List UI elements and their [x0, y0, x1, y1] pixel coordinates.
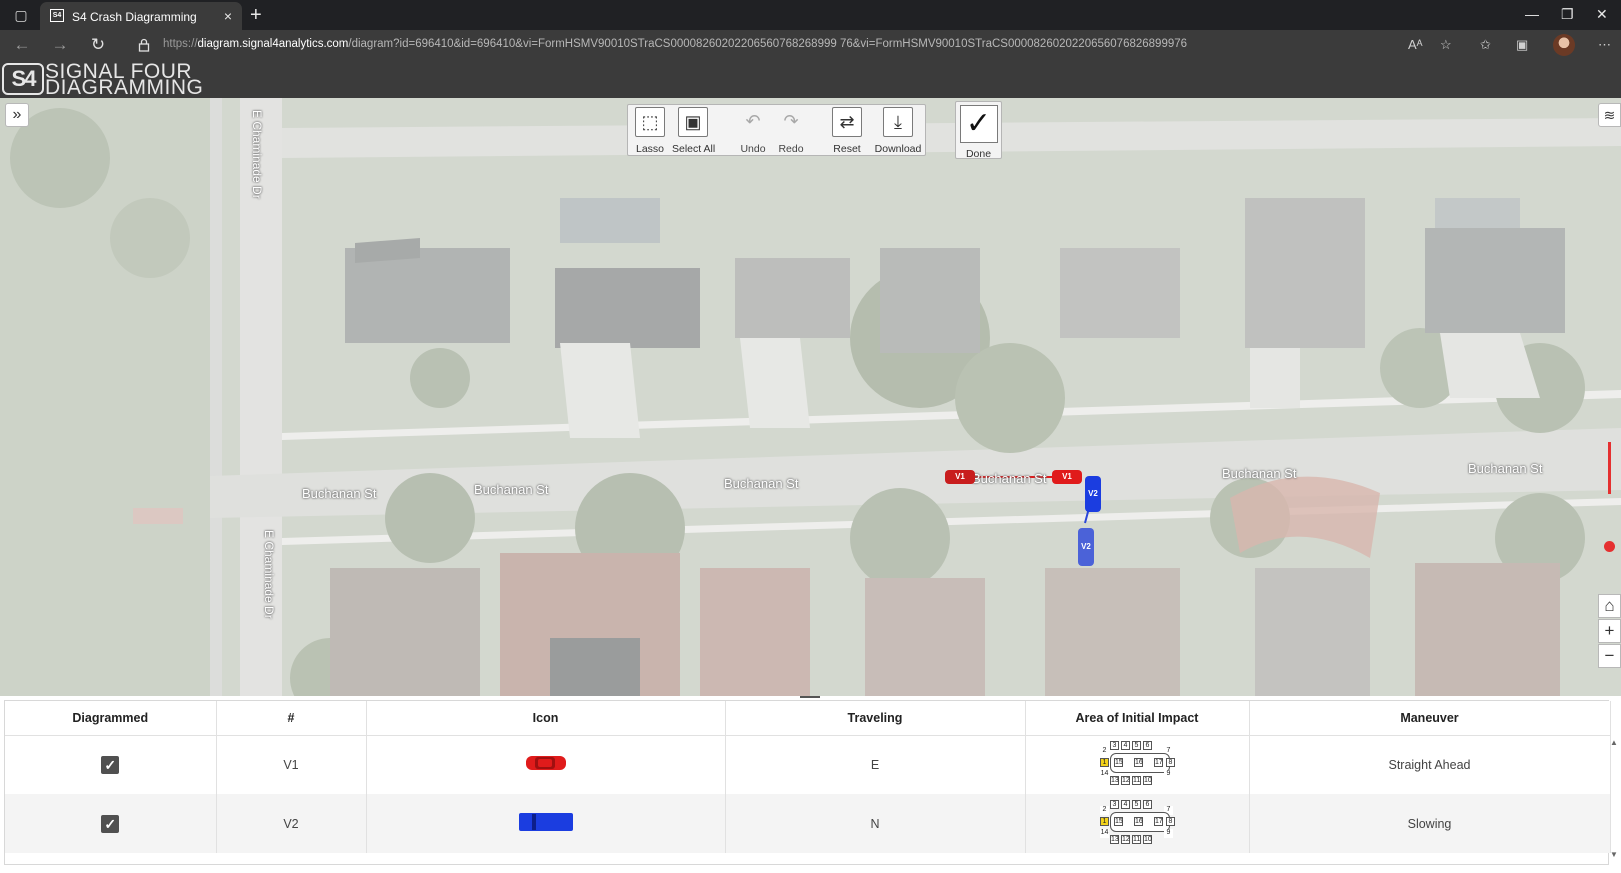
column-header-maneuver[interactable]: Maneuver [1249, 701, 1611, 736]
table-row[interactable]: ✓ V1 E 3 4 5 6 2 7 1 15 16 17 8 14 9 13 … [5, 735, 1611, 794]
map-canvas[interactable]: » ≋ ⬚ Lasso ▣ Select All ↶ Undo ↷ Redo ⇄… [0, 98, 1621, 696]
zoom-in-icon[interactable]: + [1598, 619, 1621, 643]
street-label-vertical: E Chaminade Dr [250, 110, 264, 199]
close-window-icon[interactable]: ✕ [1596, 6, 1608, 23]
zoom-out-icon[interactable]: − [1598, 644, 1621, 668]
add-favorite-icon[interactable]: ☆ [1440, 37, 1452, 53]
read-aloud-icon[interactable]: Aᴬ [1408, 37, 1423, 52]
lasso-icon: ⬚ [635, 107, 665, 137]
impact-diagram[interactable]: 3 4 5 6 2 7 1 15 16 17 8 14 9 13 12 11 1… [1098, 739, 1176, 787]
checkmark-icon: ✓ [959, 105, 998, 143]
collections-icon[interactable]: ▣ [1516, 37, 1528, 53]
column-header-number[interactable]: # [216, 701, 367, 736]
traveling-direction: N [725, 794, 1026, 853]
browser-tab-bar: ▢ S4 S4 Crash Diagramming × + — ❐ ✕ [0, 0, 1621, 30]
zoom-slider-track[interactable] [1608, 442, 1611, 494]
url-field[interactable]: https://diagram.signal4analytics.com/dia… [163, 38, 1393, 50]
reset-button[interactable]: ⇄ Reset [826, 107, 868, 155]
minimize-icon[interactable]: — [1525, 6, 1539, 22]
restore-icon[interactable]: ❐ [1561, 6, 1574, 23]
maneuver: Straight Ahead [1249, 735, 1611, 794]
impact-diagram[interactable]: 3 4 5 6 2 7 1 15 16 17 8 14 9 13 12 11 1… [1098, 798, 1176, 846]
lasso-button[interactable]: ⬚ Lasso [629, 107, 671, 155]
s4-logo: S4 [2, 63, 44, 95]
vehicle-id: V1 [216, 735, 367, 794]
browser-tab[interactable]: S4 S4 Crash Diagramming × [40, 2, 242, 30]
street-label: Buchanan St [724, 476, 799, 491]
street-label: Buchanan St [1468, 461, 1543, 476]
car-icon [525, 756, 566, 771]
undo-button[interactable]: ↶ Undo [732, 107, 774, 155]
zoom-slider-handle[interactable] [1604, 541, 1615, 552]
column-header-impact[interactable]: Area of Initial Impact [1025, 701, 1250, 736]
favicon-icon: S4 [50, 9, 64, 22]
street-label: Buchanan St [1222, 466, 1297, 481]
new-tab-button[interactable]: + [250, 4, 262, 26]
back-icon[interactable]: ← [12, 35, 32, 55]
street-label: Buchanan St [302, 486, 377, 501]
diagram-toolbar: ⬚ Lasso ▣ Select All ↶ Undo ↷ Redo ⇄ Res… [627, 104, 926, 156]
layers-icon[interactable]: ≋ [1598, 103, 1621, 127]
close-tab-icon[interactable]: × [224, 8, 232, 24]
vehicle-id: V2 [216, 794, 367, 853]
aerial-imagery [0, 98, 1621, 696]
vehicle-v1-impact[interactable]: V1 [1052, 470, 1082, 484]
column-header-traveling[interactable]: Traveling [725, 701, 1026, 736]
vehicle-v2-impact[interactable]: V2 [1085, 476, 1101, 512]
table-row[interactable]: ✓ V2 N 3 4 5 6 2 7 1 15 16 17 8 14 9 13 … [5, 794, 1611, 853]
download-icon: ⤓ [883, 107, 913, 137]
traveling-direction: E [725, 735, 1026, 794]
done-button[interactable]: ✓ Done [955, 101, 1002, 160]
column-header-diagrammed[interactable]: Diagrammed [5, 701, 217, 736]
lock-icon[interactable] [138, 38, 150, 52]
profile-avatar[interactable] [1553, 34, 1575, 56]
vehicle-v1-start[interactable]: V1 [945, 470, 975, 484]
scroll-up-icon[interactable]: ▲ [1610, 738, 1618, 747]
refresh-icon[interactable]: ↻ [88, 35, 108, 55]
more-menu-icon[interactable]: ⋯ [1598, 37, 1611, 53]
logo-text-line2: DIAGRAMMING [45, 76, 204, 99]
address-bar: ← → ↻ https://diagram.signal4analytics.c… [0, 30, 1621, 60]
app-header: S4 SIGNAL FOUR DIAGRAMMING [0, 60, 1621, 98]
truck-icon [518, 813, 573, 831]
undo-icon: ↶ [745, 111, 761, 131]
select-all-icon: ▣ [678, 107, 708, 137]
forward-icon[interactable]: → [50, 35, 70, 55]
download-button[interactable]: ⤓ Download [873, 107, 923, 155]
scroll-down-icon[interactable]: ▼ [1610, 850, 1618, 859]
table-scrollbar[interactable]: ▲ ▼ [1608, 700, 1621, 865]
maneuver: Slowing [1249, 794, 1611, 853]
expand-panel-icon[interactable]: » [5, 103, 29, 127]
tab-actions-icon[interactable]: ▢ [12, 6, 30, 24]
tab-title: S4 Crash Diagramming [72, 10, 197, 24]
vehicle-table: Diagrammed # Icon Traveling Area of Init… [4, 700, 1611, 865]
street-label: Buchanan St [474, 482, 549, 497]
redo-icon: ↷ [783, 111, 799, 131]
vehicle-v2-start[interactable]: V2 [1078, 528, 1094, 566]
select-all-button[interactable]: ▣ Select All [672, 107, 715, 155]
reset-icon: ⇄ [832, 107, 862, 137]
diagrammed-checkbox[interactable]: ✓ [101, 814, 120, 833]
column-header-icon[interactable]: Icon [366, 701, 726, 736]
diagrammed-checkbox[interactable]: ✓ [101, 755, 120, 774]
street-label-vertical: E Chaminade Dr [262, 530, 276, 619]
home-icon[interactable]: ⌂ [1598, 594, 1621, 618]
street-label: Buchanan St [972, 471, 1047, 486]
redo-button[interactable]: ↷ Redo [770, 107, 812, 155]
favorites-icon[interactable]: ✩ [1480, 37, 1491, 53]
